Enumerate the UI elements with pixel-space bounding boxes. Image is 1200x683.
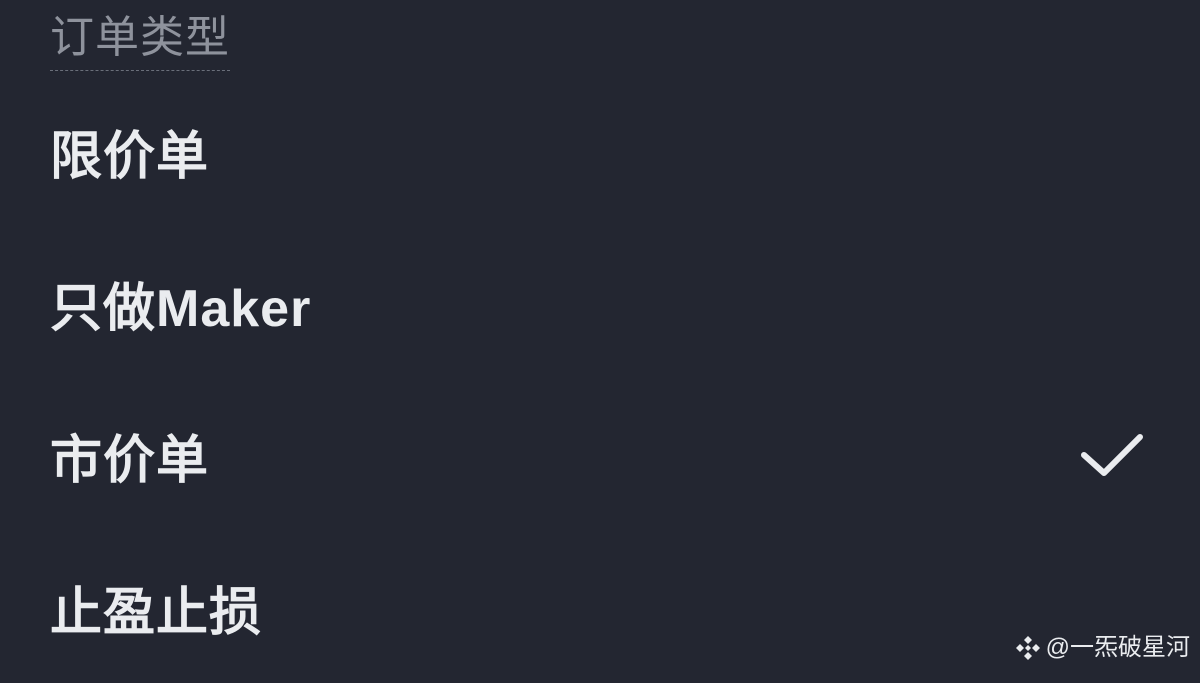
checkmark-icon	[1081, 434, 1143, 476]
option-label: 只做Maker	[50, 279, 312, 338]
order-type-list: 限价单 只做Maker 市价单 止盈止损	[0, 75, 1200, 683]
option-limit-order[interactable]: 限价单	[0, 75, 1200, 227]
binance-logo-icon	[1015, 636, 1040, 660]
watermark-text: @一炁破星河	[1045, 634, 1190, 661]
option-label: 限价单	[50, 127, 210, 186]
option-label: 止盈止损	[50, 583, 263, 642]
option-maker-only[interactable]: 只做Maker	[0, 227, 1200, 379]
order-type-header: 订单类型	[50, 8, 230, 71]
watermark: @一炁破星河	[1014, 634, 1190, 662]
option-label: 市价单	[50, 431, 210, 490]
option-market-order[interactable]: 市价单	[0, 379, 1200, 531]
